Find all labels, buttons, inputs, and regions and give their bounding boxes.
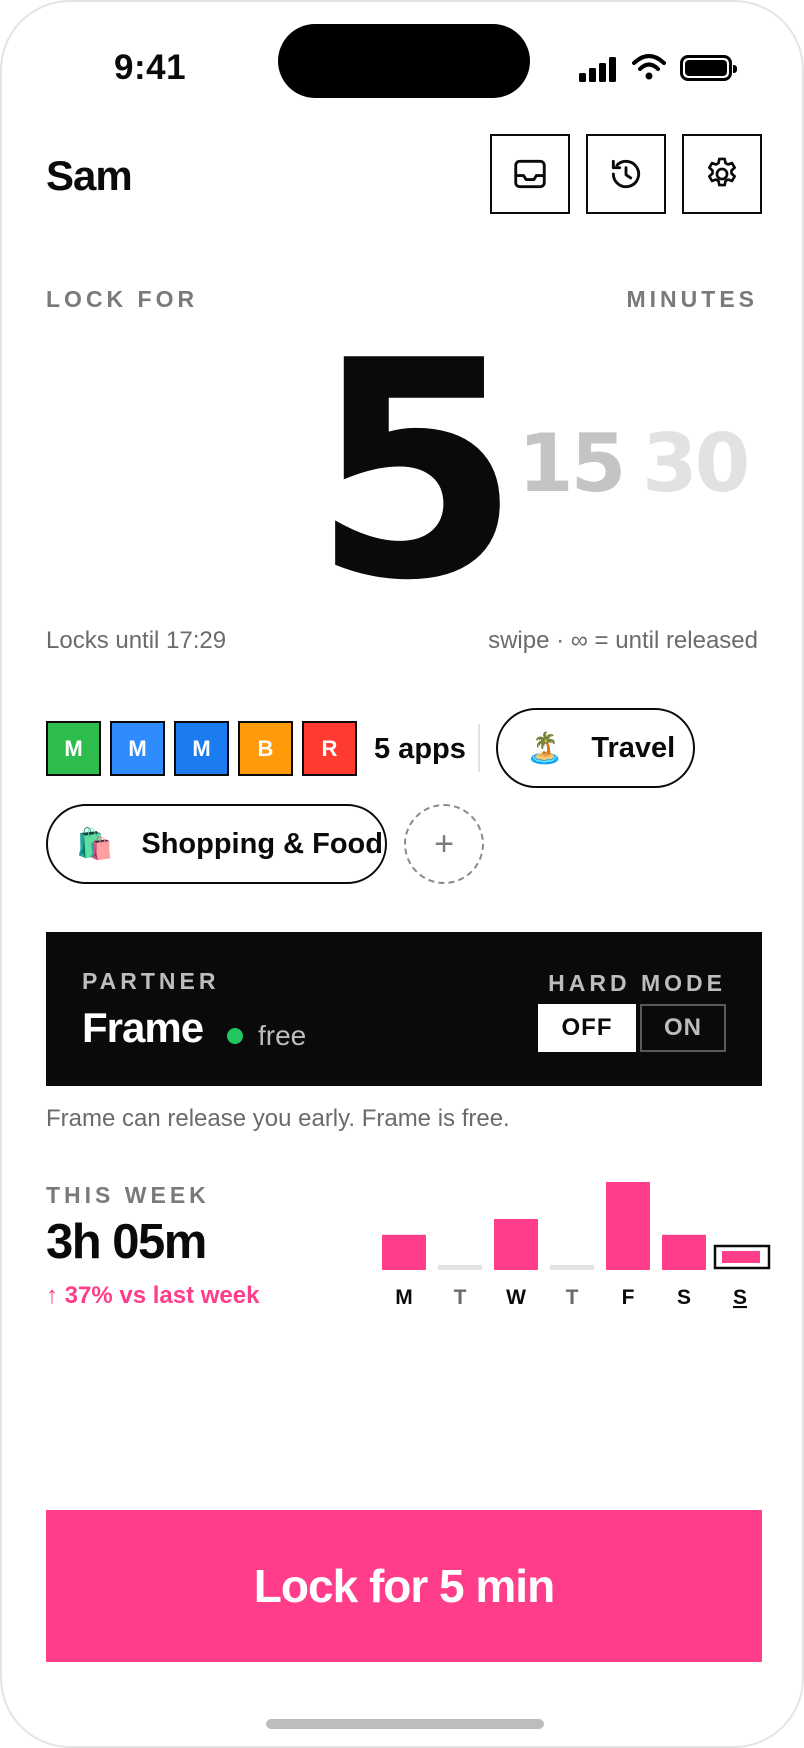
this-week-label: THIS WEEK xyxy=(46,1182,210,1208)
day-label-2: W xyxy=(506,1286,526,1309)
bar-4 xyxy=(606,1182,650,1270)
app-tile[interactable]: M xyxy=(174,721,229,776)
dynamic-island xyxy=(278,24,530,98)
app-tile[interactable]: M xyxy=(46,721,101,776)
partner-note: Frame can release you early. Frame is fr… xyxy=(46,1105,510,1132)
island-icon: 🏝️ xyxy=(526,731,564,765)
presence-dot xyxy=(227,1028,243,1044)
partner-name: Frame xyxy=(82,1004,204,1051)
battery-icon xyxy=(680,55,737,81)
hard-mode-off-toggle[interactable]: OFF xyxy=(538,1004,636,1052)
wifi-icon xyxy=(632,54,666,80)
user-name: Sam xyxy=(46,152,133,199)
day-label-1: T xyxy=(454,1286,467,1309)
plus-icon: + xyxy=(434,824,454,863)
lock-for-label: LOCK FOR xyxy=(46,286,199,312)
selected-duration[interactable]: 5 xyxy=(312,322,521,622)
week-total: 3h 05m xyxy=(46,1215,207,1269)
inbox-button[interactable] xyxy=(490,134,570,214)
cellular-signal-icon xyxy=(579,56,616,82)
day-label-3: T xyxy=(566,1286,579,1309)
settings-button[interactable] xyxy=(682,134,762,214)
divider xyxy=(478,724,480,772)
minutes-label: MINUTES xyxy=(626,286,758,312)
shopping-bags-icon: 🛍️ xyxy=(76,827,114,861)
history-icon xyxy=(611,159,641,189)
duration-option-30[interactable]: 30 xyxy=(642,424,750,504)
app-tile[interactable]: M xyxy=(110,721,165,776)
presence-status: free xyxy=(258,1020,307,1051)
lock-button[interactable]: Lock for 5 min xyxy=(46,1510,762,1662)
day-label-5: S xyxy=(677,1286,691,1309)
group-pill-travel[interactable]: 🏝️ Travel xyxy=(496,708,695,788)
bar-5 xyxy=(662,1234,706,1270)
group-label: Shopping & Food xyxy=(141,827,383,860)
inbox-icon xyxy=(514,159,546,189)
apps-count[interactable]: 5 apps xyxy=(374,733,466,766)
week-delta: ↑ 37% vs last week xyxy=(46,1282,260,1309)
bar-1 xyxy=(438,1265,482,1270)
locks-until-text: Locks until 17:29 xyxy=(46,627,227,654)
swipe-hint: swipe · ∞ = until released xyxy=(488,627,758,654)
duration-option-15[interactable]: 15 xyxy=(518,424,626,504)
history-button[interactable] xyxy=(586,134,666,214)
bar-3 xyxy=(550,1265,594,1270)
bar-6 xyxy=(722,1251,760,1263)
app-tile[interactable]: R xyxy=(302,721,357,776)
gear-icon xyxy=(707,157,737,187)
hard-mode-label: HARD MODE xyxy=(548,970,726,996)
add-group-button[interactable]: + xyxy=(404,804,484,884)
day-label-6: S xyxy=(733,1286,747,1309)
bar-0 xyxy=(382,1234,426,1270)
partner-card[interactable]: PARTNER Frame free HARD MODE OFF ON xyxy=(46,932,762,1086)
group-pill-shopping-food[interactable]: 🛍️ Shopping & Food xyxy=(46,804,387,884)
status-time: 9:41 xyxy=(114,48,187,87)
group-label: Travel xyxy=(591,731,676,764)
hard-mode-on-toggle[interactable]: ON xyxy=(640,1004,726,1052)
day-label-0: M xyxy=(395,1286,413,1309)
partner-label: PARTNER xyxy=(82,968,220,994)
day-label-4: F xyxy=(622,1286,635,1309)
bar-2 xyxy=(494,1218,538,1270)
phone-screen: 9:41 Sam LOCK FOR MINUTES 5 15 30 Locks … xyxy=(0,0,804,1748)
weekly-usage-chart: MTWTFSS xyxy=(382,1182,771,1309)
home-indicator xyxy=(266,1719,544,1729)
app-tile[interactable]: B xyxy=(238,721,293,776)
